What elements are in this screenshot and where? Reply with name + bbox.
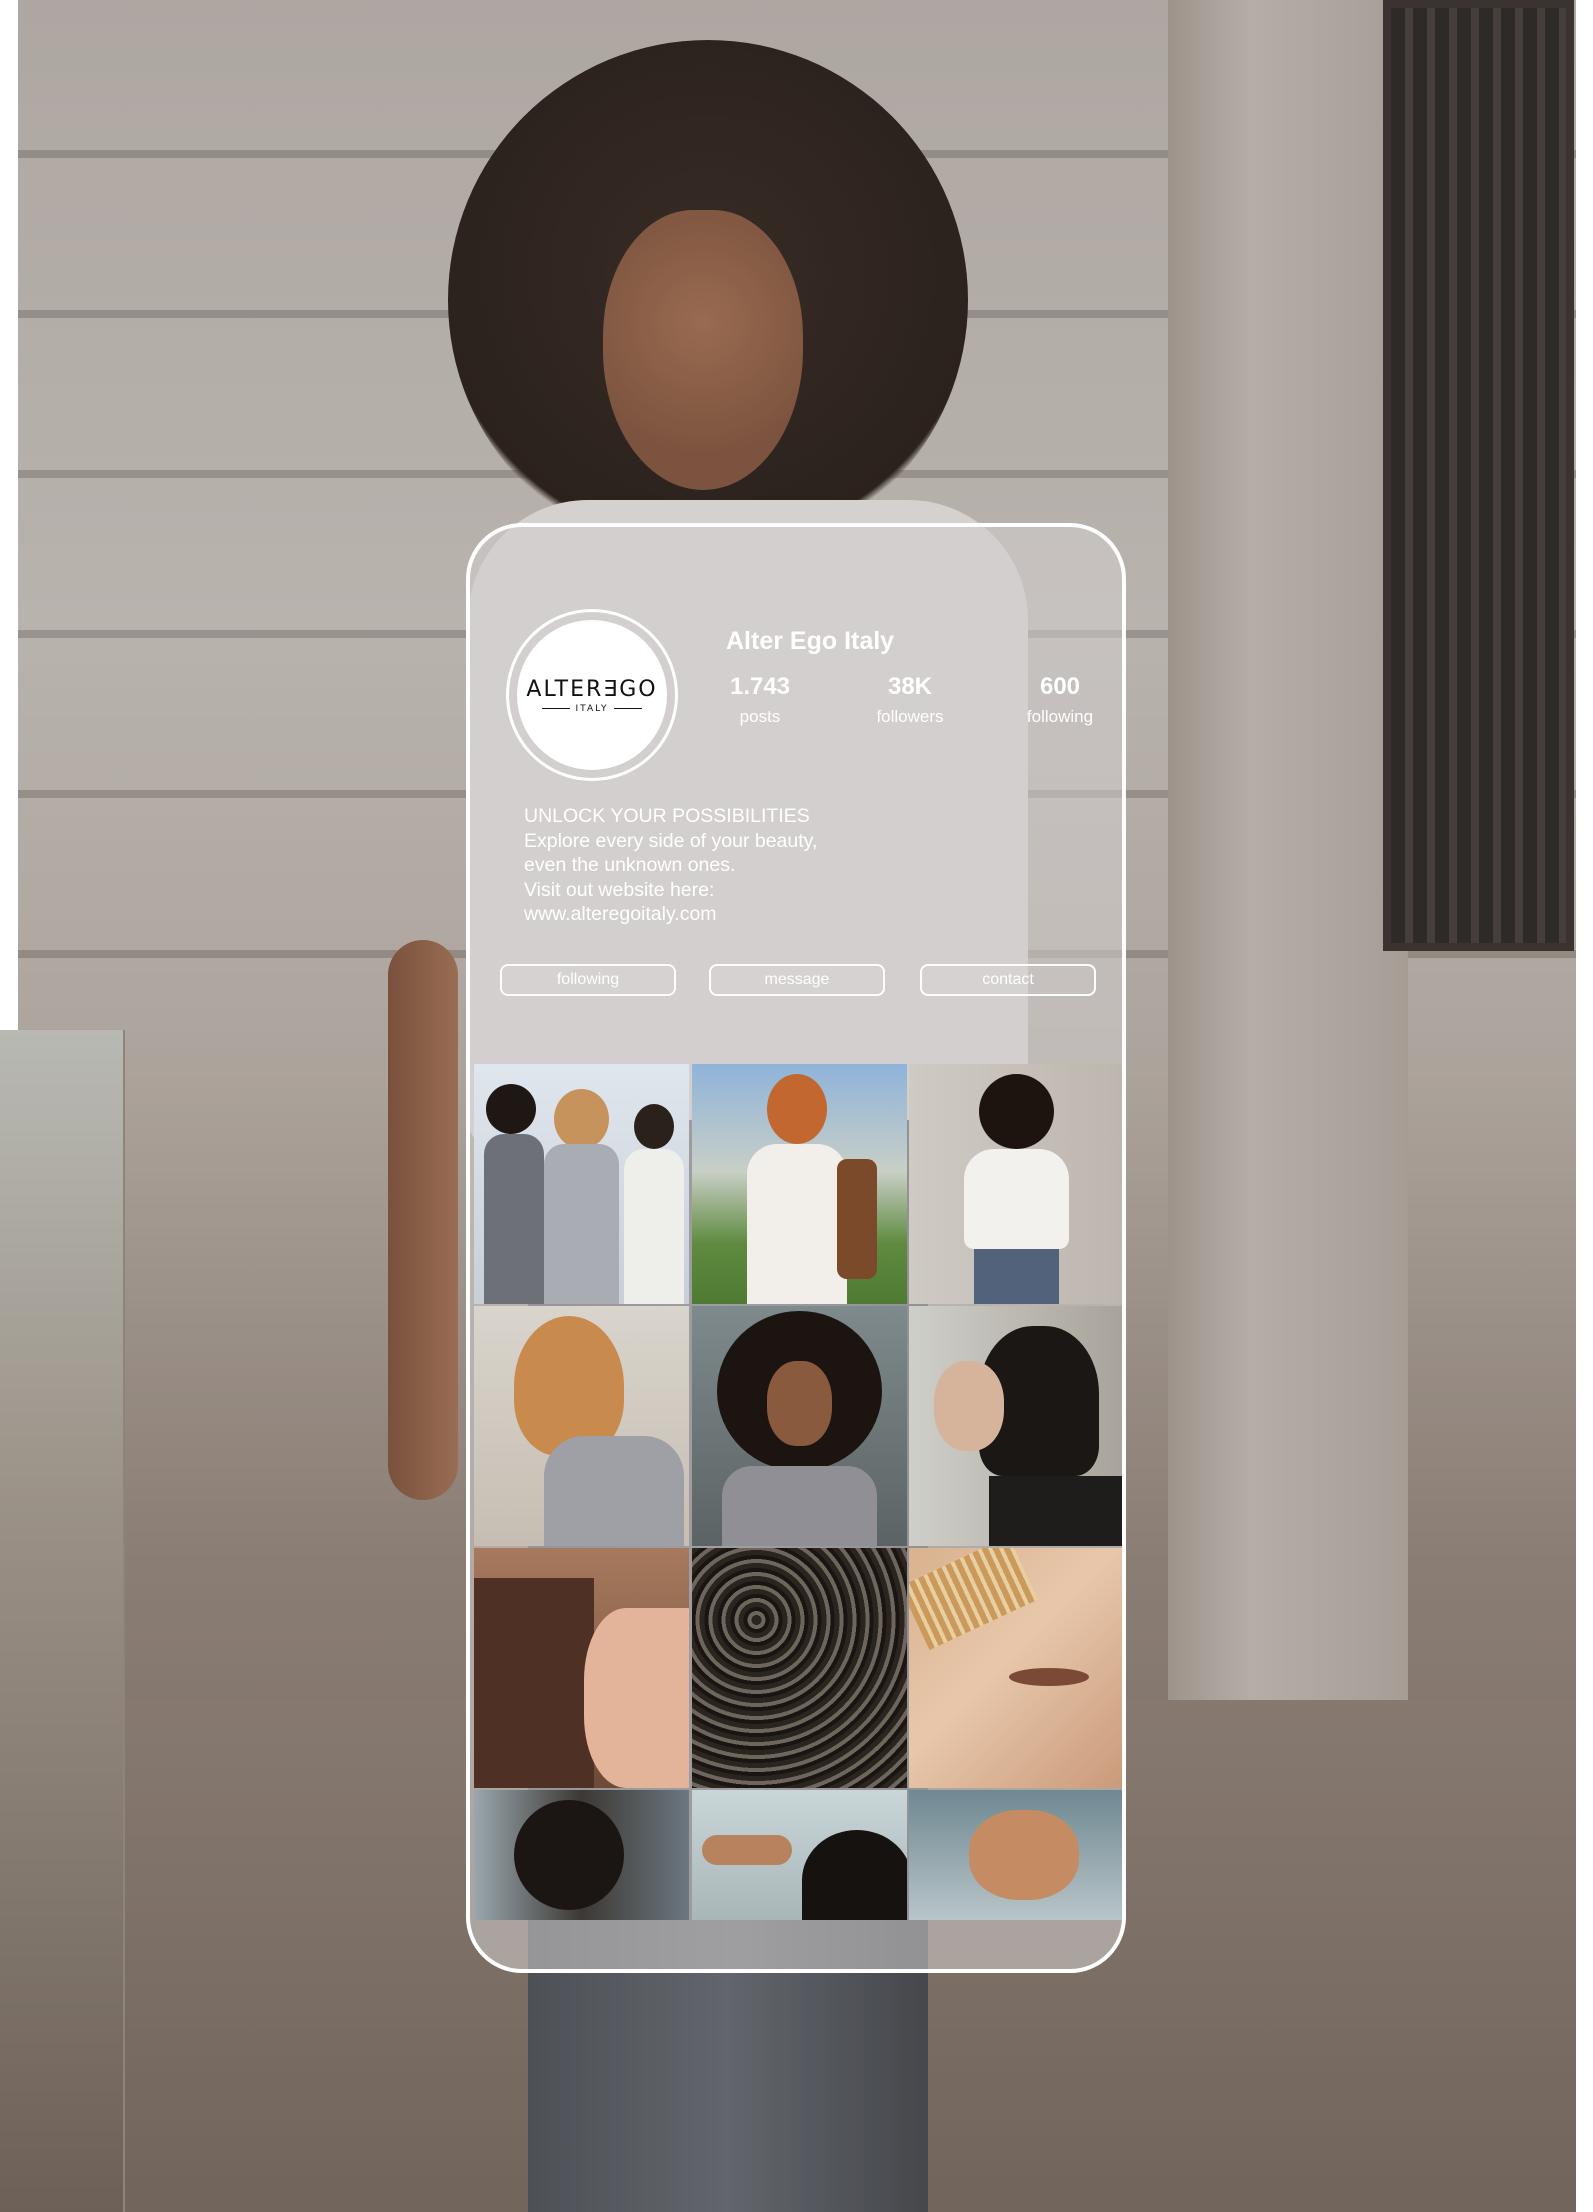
post-thumbnail[interactable] bbox=[474, 1548, 689, 1788]
side-photo-strip bbox=[0, 1030, 125, 2212]
post-thumbnail[interactable] bbox=[474, 1790, 689, 1920]
stat-label: posts bbox=[739, 707, 781, 726]
website-link[interactable]: www.alteregoitaly.com bbox=[524, 902, 817, 927]
following-button[interactable]: following bbox=[500, 964, 676, 996]
stat-label: following bbox=[1026, 707, 1094, 726]
logo-wordmark: ALTER∃GO bbox=[526, 676, 658, 702]
stat-posts[interactable]: 1.743 posts bbox=[700, 673, 820, 727]
stat-value: 1.743 bbox=[729, 673, 791, 700]
avatar[interactable]: ALTER∃GO ITALY bbox=[506, 609, 678, 781]
logo-subline: ITALY bbox=[541, 703, 643, 714]
profile-bio: UNLOCK YOUR POSSIBILITIES Explore every … bbox=[524, 804, 817, 927]
profile-card: ALTER∃GO ITALY Alter Ego Italy 1.743 pos… bbox=[466, 523, 1126, 1973]
post-thumbnail[interactable] bbox=[691, 1790, 907, 1920]
post-thumbnail[interactable] bbox=[474, 1064, 689, 1304]
post-thumbnail[interactable] bbox=[474, 1306, 689, 1546]
stat-following[interactable]: 600 following bbox=[1000, 673, 1120, 727]
post-thumbnail[interactable] bbox=[691, 1548, 907, 1788]
logo-rule-left bbox=[541, 708, 570, 709]
message-button[interactable]: message bbox=[709, 964, 885, 996]
bio-headline: UNLOCK YOUR POSSIBILITIES bbox=[524, 805, 810, 827]
stat-followers[interactable]: 38K followers bbox=[850, 673, 970, 727]
logo-rule-right bbox=[614, 708, 643, 709]
stat-value: 600 bbox=[1039, 673, 1081, 700]
post-thumbnail[interactable] bbox=[909, 1790, 1122, 1920]
bio-line: Explore every side of your beauty, bbox=[524, 829, 818, 852]
post-grid bbox=[474, 1064, 1122, 1920]
post-thumbnail[interactable] bbox=[691, 1064, 907, 1304]
post-thumbnail[interactable] bbox=[909, 1548, 1122, 1788]
stat-label: followers bbox=[876, 707, 944, 726]
post-thumbnail[interactable] bbox=[909, 1064, 1122, 1304]
brand-logo: ALTER∃GO ITALY bbox=[517, 620, 667, 770]
post-thumbnail[interactable] bbox=[909, 1306, 1122, 1546]
profile-name: Alter Ego Italy bbox=[726, 627, 895, 655]
bio-line: Visit out website here: bbox=[524, 878, 715, 901]
bio-line: even the unknown ones. bbox=[524, 854, 736, 876]
contact-button[interactable]: contact bbox=[920, 964, 1096, 996]
stat-value: 38K bbox=[887, 673, 933, 700]
post-thumbnail[interactable] bbox=[691, 1306, 907, 1546]
logo-sub-text: ITALY bbox=[575, 703, 609, 714]
